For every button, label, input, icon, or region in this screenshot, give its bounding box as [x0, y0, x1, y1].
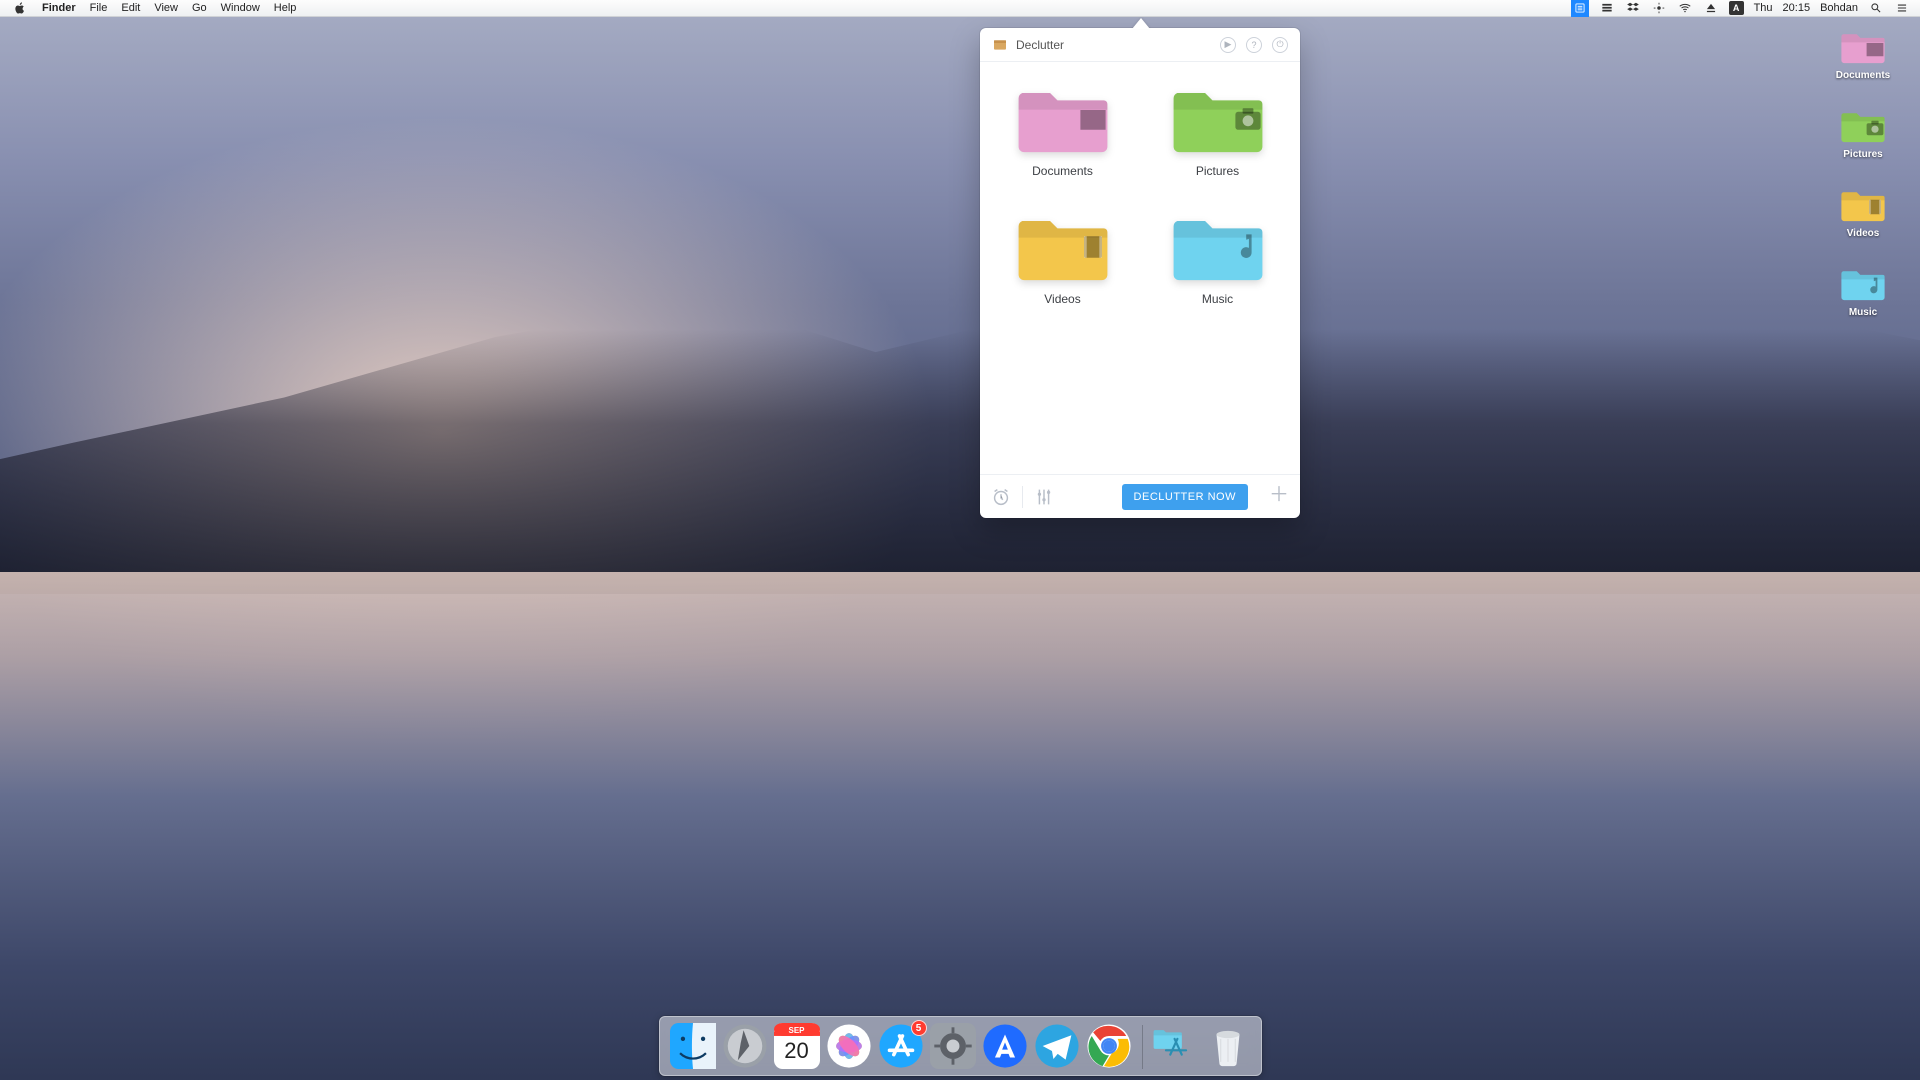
declutter-app-icon [992, 37, 1008, 53]
menu-go[interactable]: Go [192, 2, 207, 14]
panel-folder-videos[interactable]: Videos [990, 208, 1135, 306]
menubar-app-name[interactable]: Finder [42, 2, 76, 14]
text-input-icon[interactable]: A [1729, 1, 1744, 15]
declutter-panel: Declutter ▶ ? ⏻ Documents Pictures Vi [980, 28, 1300, 518]
desktop-folder-pictures[interactable]: Pictures [1818, 107, 1908, 160]
panel-play-icon[interactable]: ▶ [1220, 37, 1236, 53]
dock-system-preferences-icon[interactable] [930, 1023, 976, 1069]
dock-telegram-icon[interactable] [1034, 1023, 1080, 1069]
dock-app-blue-a-icon[interactable] [982, 1023, 1028, 1069]
dock-chrome-icon[interactable] [1086, 1023, 1132, 1069]
menu-file[interactable]: File [90, 2, 108, 14]
panel-power-icon[interactable]: ⏻ [1272, 37, 1288, 53]
dock-photos-icon[interactable] [826, 1023, 872, 1069]
spotlight-icon[interactable] [1868, 0, 1884, 16]
panel-header: Declutter ▶ ? ⏻ [980, 28, 1300, 62]
dock-finder-icon[interactable] [670, 1023, 716, 1069]
menubar-extra-icon-2[interactable] [1651, 0, 1667, 16]
dock-appstore-icon[interactable]: 5 [878, 1023, 924, 1069]
schedule-icon[interactable] [990, 486, 1012, 508]
declutter-menubar-icon[interactable] [1571, 0, 1589, 17]
desktop-folder-videos[interactable]: Videos [1818, 186, 1908, 239]
menubar-user-name[interactable]: Bohdan [1820, 2, 1858, 14]
menubar-clock-time[interactable]: 20:15 [1783, 2, 1811, 14]
footer-separator [1022, 486, 1023, 508]
panel-folder-pictures[interactable]: Pictures [1145, 80, 1290, 178]
desktop-folder-label: Documents [1818, 70, 1908, 81]
desktop-folder-label: Pictures [1818, 149, 1908, 160]
menu-window[interactable]: Window [221, 2, 260, 14]
menubar-clock-day[interactable]: Thu [1754, 2, 1773, 14]
desktop-folder-label: Music [1818, 307, 1908, 318]
desktop-folder-documents[interactable]: Documents [1818, 28, 1908, 81]
dock-calendar-day: 20 [774, 1038, 820, 1064]
panel-help-icon[interactable]: ? [1246, 37, 1262, 53]
add-folder-button[interactable]: ＋ [1268, 486, 1290, 508]
menu-edit[interactable]: Edit [121, 2, 140, 14]
apple-menu-icon[interactable] [12, 0, 28, 16]
desktop-folder-column: Documents Pictures Videos Music [1818, 28, 1908, 344]
desktop-wallpaper: Finder File Edit View Go Window Help A T… [0, 0, 1920, 1080]
panel-arrow-icon [1132, 18, 1150, 29]
menu-view[interactable]: View [154, 2, 178, 14]
desktop-folder-music[interactable]: Music [1818, 265, 1908, 318]
declutter-now-button[interactable]: DECLUTTER NOW [1122, 484, 1248, 510]
notification-center-icon[interactable] [1894, 0, 1910, 16]
dock-trash-icon[interactable] [1205, 1023, 1251, 1069]
dock-calendar-month: SEP [774, 1026, 820, 1035]
panel-folder-documents[interactable]: Documents [990, 80, 1135, 178]
dock-calendar-icon[interactable]: SEP 20 [774, 1023, 820, 1069]
menubar-extra-icon-1[interactable] [1599, 0, 1615, 16]
menubar: Finder File Edit View Go Window Help A T… [0, 0, 1920, 17]
dock: SEP 20 5 [659, 1016, 1262, 1076]
dock-separator [1142, 1025, 1143, 1069]
eject-icon[interactable] [1703, 0, 1719, 16]
settings-sliders-icon[interactable] [1033, 486, 1055, 508]
panel-footer: DECLUTTER NOW ＋ [980, 474, 1300, 518]
menu-help[interactable]: Help [274, 2, 297, 14]
wifi-icon[interactable] [1677, 0, 1693, 16]
dock-appstore-badge: 5 [911, 1020, 927, 1036]
desktop-folder-label: Videos [1818, 228, 1908, 239]
dropbox-icon[interactable] [1625, 0, 1641, 16]
dock-applications-folder-icon[interactable] [1153, 1023, 1199, 1069]
dock-launchpad-icon[interactable] [722, 1023, 768, 1069]
panel-title: Declutter [1016, 38, 1064, 52]
panel-folder-music[interactable]: Music [1145, 208, 1290, 306]
